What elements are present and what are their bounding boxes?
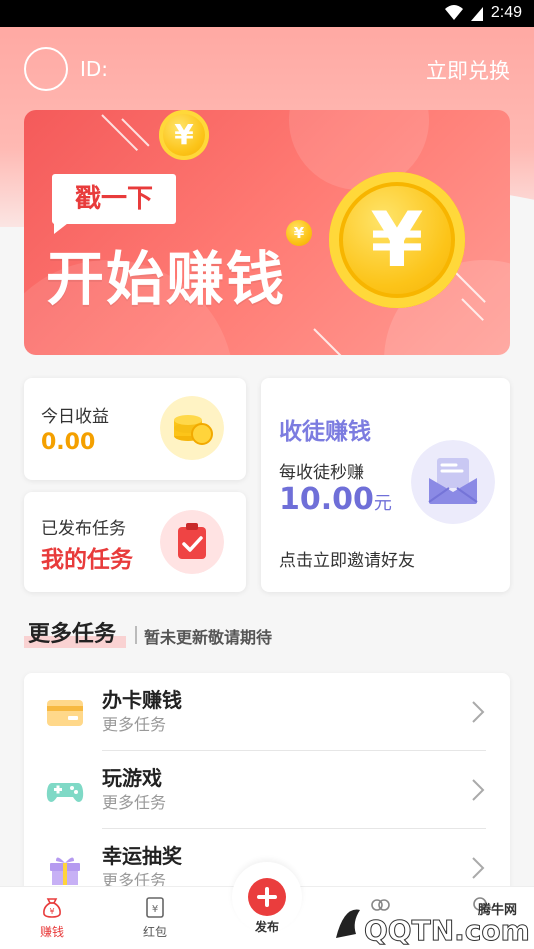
site-watermark: 腾牛网 QQTN.com [336, 902, 530, 946]
svg-text:¥: ¥ [49, 907, 54, 916]
gift-icon [50, 857, 80, 885]
task-title: 幸运抽奖 [102, 844, 182, 868]
my-tasks-card[interactable]: 已发布任务 我的任务 [24, 492, 246, 592]
invite-subtitle: 每收徒秒赚 [279, 463, 364, 483]
income-label: 今日收益 [41, 407, 109, 427]
my-tasks-link: 我的任务 [41, 547, 133, 573]
title-divider [135, 626, 137, 644]
user-id-label: ID: [80, 57, 109, 81]
list-item[interactable]: 办卡赚钱 更多任务 [24, 673, 510, 751]
tab-earn[interactable]: ¥ 赚钱 [2, 887, 102, 949]
income-card[interactable]: 今日收益 0.00 [24, 378, 246, 480]
coins-stack-icon [160, 396, 224, 460]
signal-icon [471, 7, 483, 21]
banner-decor-line [101, 114, 139, 152]
red-envelope-icon: ¥ [146, 897, 164, 918]
avatar[interactable] [24, 47, 68, 91]
banner-decor-line [313, 328, 343, 355]
publish-label: 发布 [254, 920, 279, 934]
task-subtitle: 更多任务 [102, 793, 167, 812]
coin-icon: ¥ [329, 172, 465, 308]
gamepad-icon [46, 783, 84, 802]
task-subtitle: 更多任务 [102, 871, 167, 888]
invite-amount-unit: 元 [373, 493, 392, 514]
redeem-button[interactable]: 立即兑换 [426, 55, 510, 85]
publish-button[interactable] [248, 878, 286, 916]
status-time: 2:49 [490, 4, 522, 21]
task-list: 办卡赚钱 更多任务 玩游戏 更多任务 幸运抽奖 更多任务 [24, 673, 510, 888]
more-tasks-title: 更多任务 [28, 622, 117, 647]
watermark-text: QQTN.com [364, 914, 530, 946]
task-title: 办卡赚钱 [102, 688, 182, 712]
promo-banner[interactable]: ¥ ¥ ¥ 戳一下 开始赚钱 [24, 110, 510, 355]
money-bag-icon: ¥ [43, 898, 61, 918]
banner-tag: 戳一下 [52, 174, 176, 224]
banner-decor-line [121, 118, 150, 147]
invite-card[interactable]: 收徒赚钱 每收徒秒赚 10.00元 点击立即邀请好友 [261, 378, 510, 592]
clipboard-check-icon [160, 510, 224, 574]
list-item[interactable]: 玩游戏 更多任务 [24, 751, 510, 829]
card-icon [47, 700, 83, 726]
chevron-right-icon [472, 857, 485, 879]
more-tasks-subtitle: 暂未更新敬请期待 [144, 628, 273, 647]
status-bar: 2:49 [0, 0, 534, 27]
banner-slogan: 开始赚钱 [46, 245, 287, 313]
top-bar: ID: 立即兑换 [0, 27, 534, 111]
chevron-right-icon [472, 779, 485, 801]
task-subtitle: 更多任务 [102, 715, 167, 734]
chevron-right-icon [472, 701, 485, 723]
svg-text:¥: ¥ [152, 904, 158, 915]
coin-icon: ¥ [286, 220, 312, 246]
envelope-letter-icon [411, 440, 495, 524]
wifi-icon [445, 5, 463, 20]
tab-label: 红包 [142, 925, 167, 939]
tab-label: 赚钱 [39, 925, 64, 939]
invite-amount: 10.00元 [279, 482, 392, 517]
tab-red-envelope[interactable]: ¥ 红包 [105, 887, 205, 949]
task-title: 玩游戏 [102, 766, 162, 790]
invite-friends-link: 点击立即邀请好友 [279, 551, 415, 571]
invite-amount-value: 10.00 [279, 482, 374, 517]
coin-icon: ¥ [159, 110, 209, 160]
income-value: 0.00 [41, 430, 96, 455]
published-tasks-label: 已发布任务 [41, 519, 126, 539]
invite-title: 收徒赚钱 [279, 419, 371, 445]
